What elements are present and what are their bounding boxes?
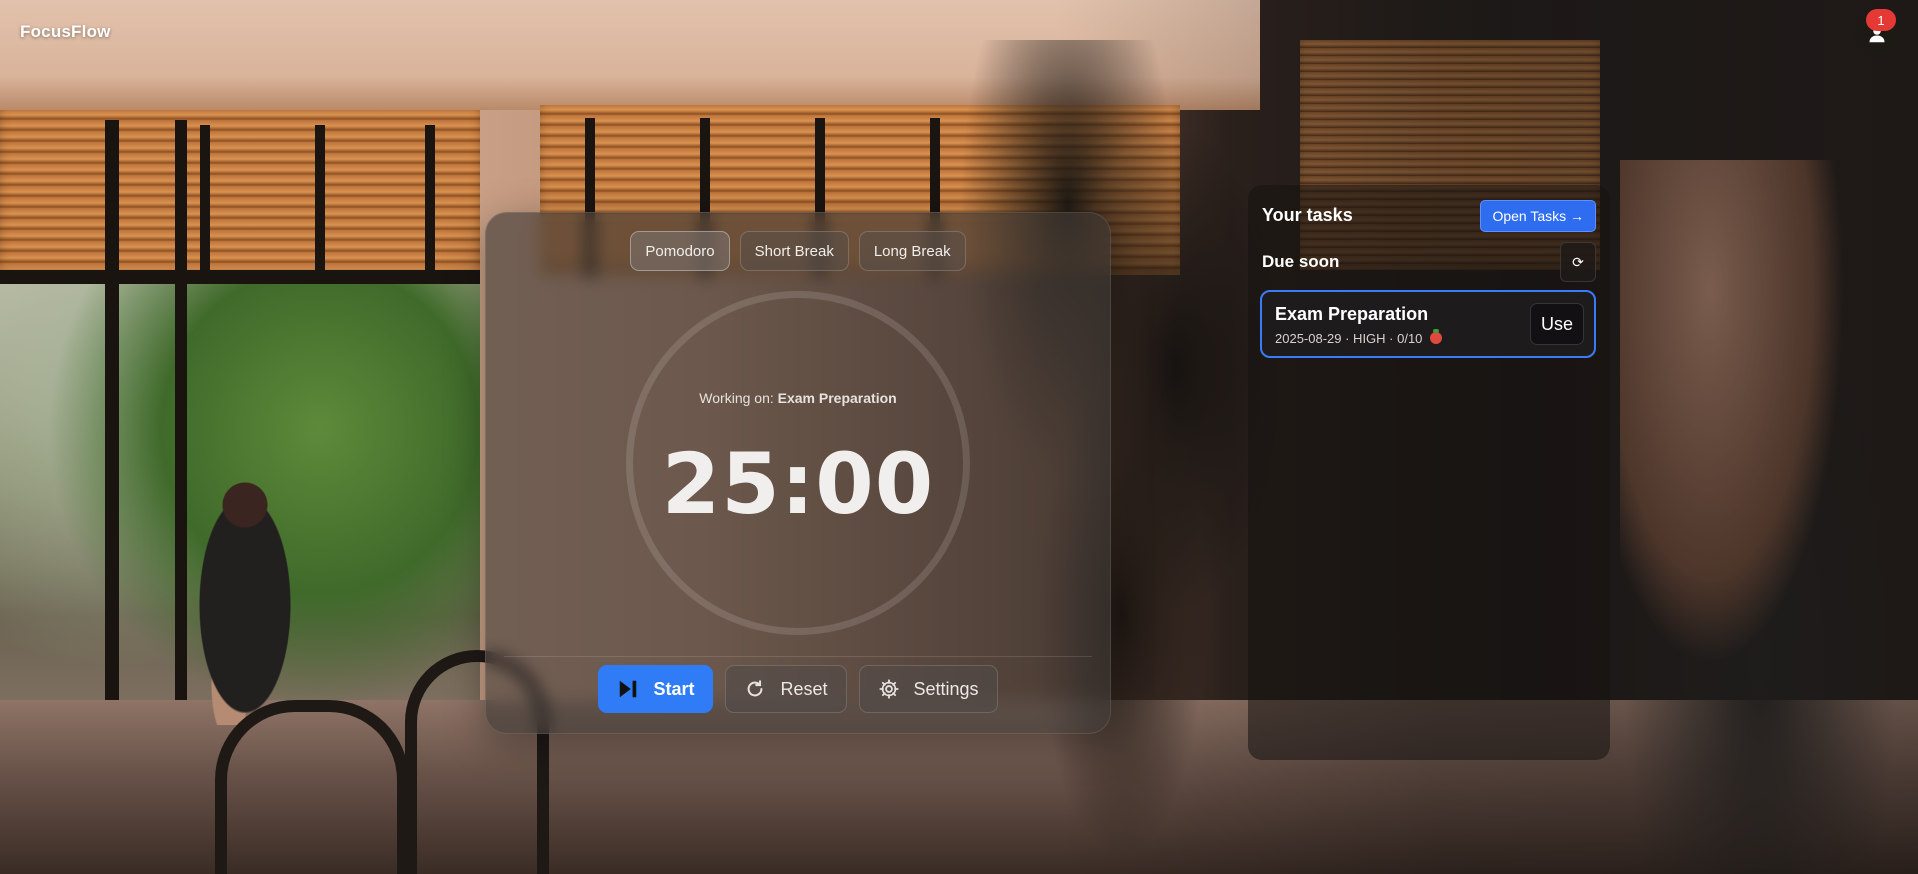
open-tasks-button[interactable]: Open Tasks → xyxy=(1480,200,1596,232)
divider xyxy=(504,656,1092,657)
working-on-prefix: Working on: xyxy=(699,390,774,406)
refresh-button[interactable]: ⟳ xyxy=(1560,242,1596,282)
reset-label: Reset xyxy=(780,678,828,699)
start-button[interactable]: Start xyxy=(598,665,714,713)
notification-badge: 1 xyxy=(1866,9,1896,31)
working-on-label: Working on: Exam Preparation xyxy=(486,390,1110,406)
mode-tabs: Pomodoro Short Break Long Break xyxy=(486,231,1110,271)
tomato-icon xyxy=(1430,329,1443,344)
refresh-icon: ⟳ xyxy=(1572,253,1584,270)
gear-icon xyxy=(878,679,899,699)
use-task-button[interactable]: Use xyxy=(1530,303,1584,345)
settings-button[interactable]: Settings xyxy=(858,665,998,713)
settings-label: Settings xyxy=(913,678,979,699)
tab-long-break[interactable]: Long Break xyxy=(858,231,966,271)
task-meta-text: 2025-08-29 · HIGH · 0/10 xyxy=(1275,331,1423,346)
app-logo: FocusFlow xyxy=(20,22,111,41)
working-on-task: Exam Preparation xyxy=(777,390,897,406)
reset-button[interactable]: Reset xyxy=(725,665,847,713)
tab-short-break[interactable]: Short Break xyxy=(739,231,849,271)
timer-controls: Start Reset Settings xyxy=(486,665,1110,713)
tab-pomodoro[interactable]: Pomodoro xyxy=(630,231,730,271)
task-meta: 2025-08-29 · HIGH · 0/10 xyxy=(1275,329,1443,346)
reset-icon xyxy=(748,680,763,697)
tasks-title: Your tasks xyxy=(1262,205,1353,225)
timer-display: 25:00 xyxy=(661,435,935,533)
timer-card: Pomodoro Short Break Long Break Working … xyxy=(485,212,1111,734)
task-name: Exam Preparation xyxy=(1275,304,1429,324)
task-card[interactable]: Exam Preparation 2025-08-29 · HIGH · 0/1… xyxy=(1260,290,1596,358)
tasks-panel: Your tasks Open Tasks → Due soon ⟳ Exam … xyxy=(1248,185,1610,760)
start-label: Start xyxy=(653,678,695,699)
play-skip-icon xyxy=(620,680,637,698)
due-soon-title: Due soon xyxy=(1262,252,1340,271)
